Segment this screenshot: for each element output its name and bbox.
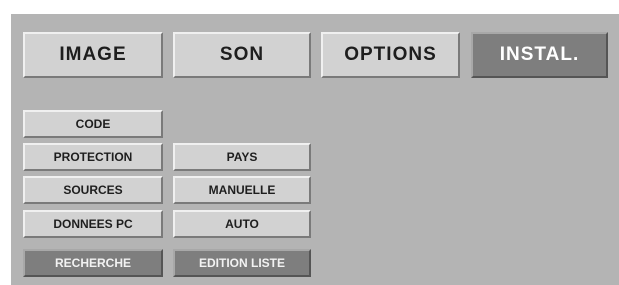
menu-item-recherche[interactable]: RECHERCHE [23,249,163,277]
tab-options[interactable]: OPTIONS [321,32,460,78]
menu-item-sources[interactable]: SOURCES [23,176,163,204]
tab-son[interactable]: SON [173,32,311,78]
tab-instal[interactable]: INSTAL. [471,32,608,78]
tab-image[interactable]: IMAGE [23,32,163,78]
menu-item-donnees-pc[interactable]: DONNEES PC [23,210,163,238]
menu-item-code[interactable]: CODE [23,110,163,138]
submenu-item-manuelle[interactable]: MANUELLE [173,176,311,204]
submenu-item-auto[interactable]: AUTO [173,210,311,238]
menu-panel: IMAGE SON OPTIONS INSTAL. CODE PROTECTIO… [11,14,619,285]
submenu-item-edition-liste[interactable]: EDITION LISTE [173,249,311,277]
menu-item-protection[interactable]: PROTECTION [23,143,163,171]
submenu-item-pays[interactable]: PAYS [173,143,311,171]
